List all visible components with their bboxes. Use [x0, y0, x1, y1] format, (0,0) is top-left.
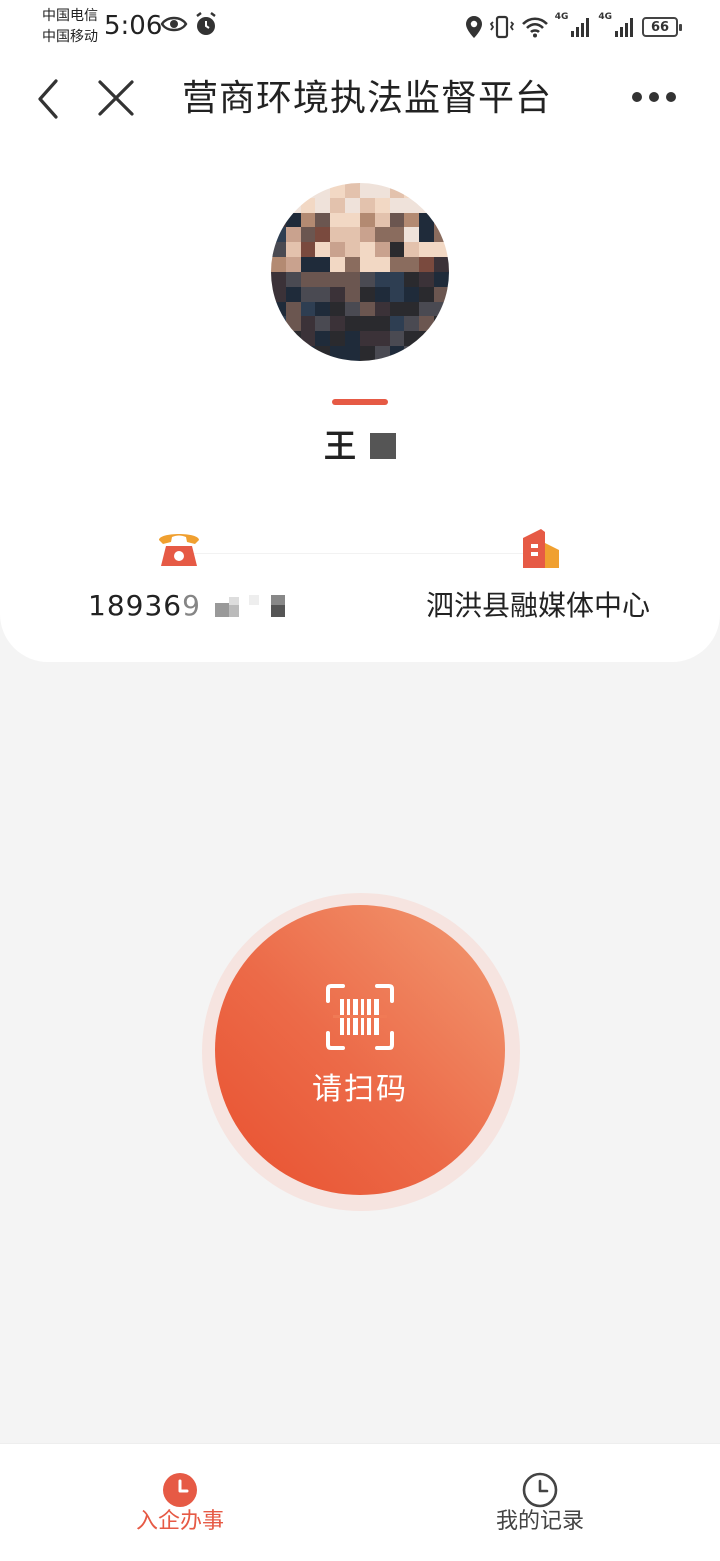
phone-partial-digit: 9 — [182, 589, 201, 622]
network-type-1: 4G — [554, 12, 569, 22]
phone-icon — [159, 534, 199, 566]
back-icon[interactable] — [32, 78, 64, 120]
barcode-scan-icon — [326, 984, 394, 1050]
nav-bar: 营商环境执法监督平台 — [0, 56, 720, 142]
location-icon — [465, 16, 482, 38]
status-bar: 中国电信 中国移动 5:06 4G 4G 66 — [0, 0, 720, 56]
tab-enter-business[interactable]: 入企办事 — [80, 1444, 280, 1561]
close-icon[interactable] — [96, 78, 136, 118]
wifi-icon — [521, 17, 548, 38]
more-icon[interactable] — [632, 92, 676, 102]
battery-icon: 66 — [642, 17, 682, 37]
phone-number: 189369 — [88, 586, 287, 626]
battery-level: 66 — [650, 19, 670, 35]
clock-filled-icon — [163, 1473, 197, 1507]
phone-mosaic-mask — [214, 595, 285, 617]
alarm-icon — [196, 12, 216, 35]
building-icon — [523, 529, 559, 568]
page-title: 营商环境执法监督平台 — [182, 78, 553, 119]
carrier-1: 中国电信 — [42, 8, 98, 24]
user-name-text: 王 — [323, 427, 356, 465]
user-name: 王 — [0, 424, 720, 468]
bottom-tab-bar: 入企办事 我的记录 — [0, 1443, 720, 1561]
signal-icon-2 — [615, 18, 633, 37]
vibrate-icon — [489, 15, 514, 39]
clock-outline-icon — [522, 1472, 558, 1508]
carrier-labels: 中国电信 中国移动 — [42, 6, 98, 48]
tab-label-enter-business: 入企办事 — [135, 1509, 224, 1534]
organization-name: 泗洪县融媒体中心 — [426, 589, 651, 622]
signal-icon — [571, 18, 590, 37]
eye-icon — [160, 16, 188, 32]
info-divider — [190, 553, 530, 554]
scan-button[interactable]: 请扫码 — [215, 905, 505, 1195]
carrier-2: 中国移动 — [42, 29, 98, 45]
name-accent-bar — [332, 399, 388, 405]
status-icons: 4G 4G 66 — [465, 12, 682, 42]
scan-label: 请扫码 — [312, 1072, 408, 1107]
name-mosaic-mask — [370, 433, 396, 459]
phone-number-text: 18936 — [88, 589, 183, 622]
avatar — [271, 183, 449, 361]
tab-my-records[interactable]: 我的记录 — [440, 1444, 640, 1561]
status-time: 5:06 — [104, 11, 163, 41]
network-type-2: 4G — [598, 12, 612, 22]
tab-label-my-records: 我的记录 — [495, 1509, 584, 1534]
